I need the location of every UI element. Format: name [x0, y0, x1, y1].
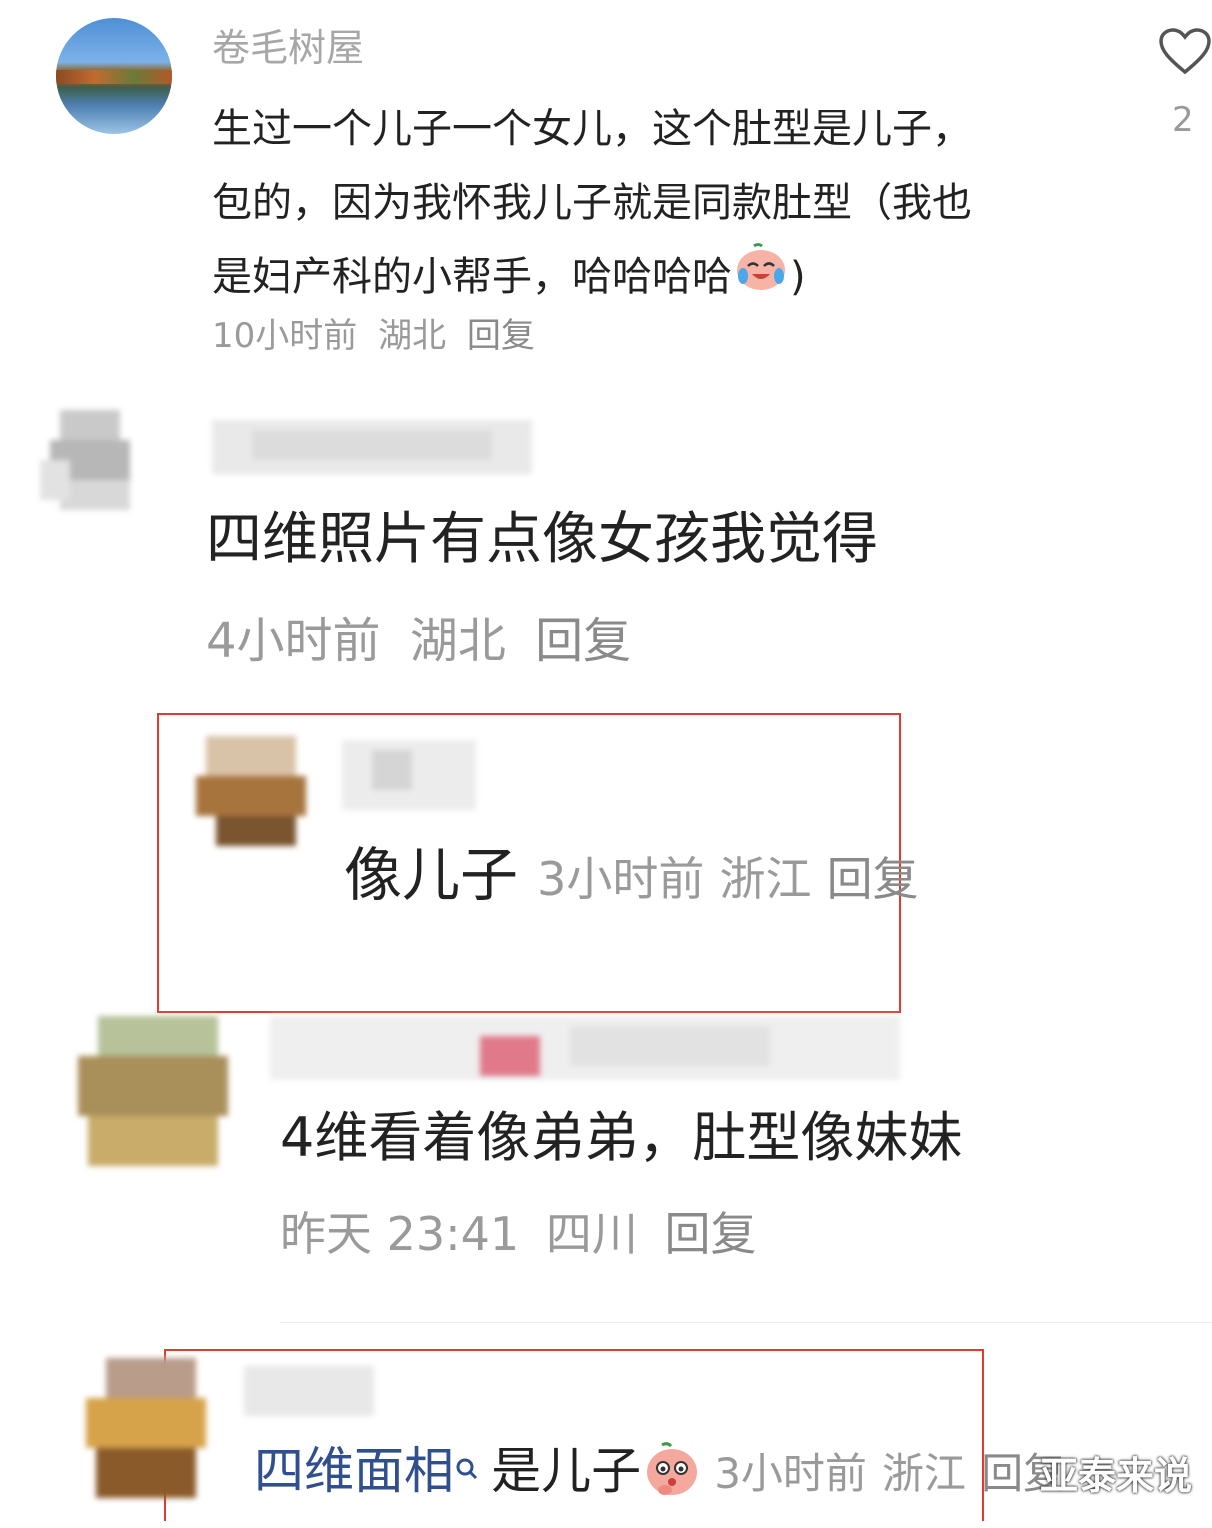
pixelated-avatar — [76, 1358, 216, 1508]
comment-time: 3小时前 — [537, 852, 705, 906]
like-count: 2 — [1172, 100, 1194, 140]
divider — [280, 1322, 1212, 1323]
comment-time: 10小时前 — [212, 316, 358, 356]
comment-line: 生过一个儿子一个女儿，这个肚型是儿子， — [212, 106, 972, 152]
heart-icon[interactable] — [1158, 28, 1212, 76]
comment-location: 浙江 — [882, 1449, 967, 1498]
comment-line: 包的，因为我怀我儿子就是同款肚型（我也 — [212, 180, 972, 226]
username-redacted[interactable] — [342, 740, 476, 810]
avatar[interactable] — [186, 736, 316, 846]
topic-link[interactable]: 四维面相 — [254, 1442, 454, 1500]
comment-row: 四维面相 是儿子 3小时前 浙江 回复 — [254, 1438, 1065, 1528]
username-redacted[interactable] — [270, 1016, 900, 1080]
comment-location: 湖北 — [409, 613, 506, 669]
avatar[interactable] — [20, 400, 140, 530]
crying-laughing-peach-emoji — [732, 242, 790, 316]
username-redacted[interactable] — [244, 1366, 374, 1416]
comment-location: 四川 — [545, 1207, 638, 1261]
lake-landscape-avatar — [56, 70, 172, 84]
reply-button[interactable]: 回复 — [467, 316, 535, 356]
comment-text: 生过一个儿子一个女儿，这个肚型是儿子， 包的，因为我怀我儿子就是同款肚型（我也 … — [212, 92, 1112, 316]
comment-meta: 昨天 23:41 四川 回复 — [280, 1204, 756, 1264]
comment-text: 是儿子 — [491, 1442, 642, 1500]
avatar[interactable] — [68, 1016, 240, 1168]
comment-time: 3小时前 — [714, 1449, 867, 1498]
comment-time: 4小时前 — [206, 613, 381, 669]
comment-row: 像儿子 3小时前 浙江 回复 — [344, 840, 919, 925]
reply-button[interactable]: 回复 — [664, 1207, 756, 1261]
comment-location: 浙江 — [719, 852, 812, 906]
pixelated-avatar — [186, 736, 316, 846]
comment-meta: 4小时前 湖北 回复 — [206, 610, 631, 672]
pondering-peach-emoji — [641, 1440, 703, 1528]
username[interactable]: 卷毛树屋 — [212, 24, 364, 72]
search-icon[interactable] — [454, 1444, 480, 1510]
comment-line-tail: ) — [790, 254, 806, 300]
comment-text: 四维照片有点像女孩我觉得 — [206, 507, 878, 572]
reply-button[interactable]: 回复 — [827, 852, 919, 906]
comment-line: 是妇产科的小帮手，哈哈哈哈 ) — [212, 240, 1112, 316]
comment-text: 4维看着像弟弟，肚型像妹妹 — [280, 1106, 963, 1169]
pixelated-avatar — [20, 400, 140, 530]
comment-meta: 10小时前 湖北 回复 — [212, 314, 535, 358]
avatar[interactable] — [56, 18, 172, 134]
username-redacted[interactable] — [212, 420, 532, 474]
watermark: 亚泰来说 — [1040, 1454, 1193, 1498]
avatar[interactable] — [76, 1358, 216, 1508]
comment-time: 昨天 23:41 — [280, 1207, 520, 1261]
comment-location: 湖北 — [378, 316, 447, 356]
comment-line-text: 是妇产科的小帮手，哈哈哈哈 — [212, 254, 732, 300]
reply-button[interactable]: 回复 — [535, 613, 631, 669]
comment-text: 像儿子 — [344, 841, 519, 909]
pixelated-avatar — [68, 1016, 240, 1168]
